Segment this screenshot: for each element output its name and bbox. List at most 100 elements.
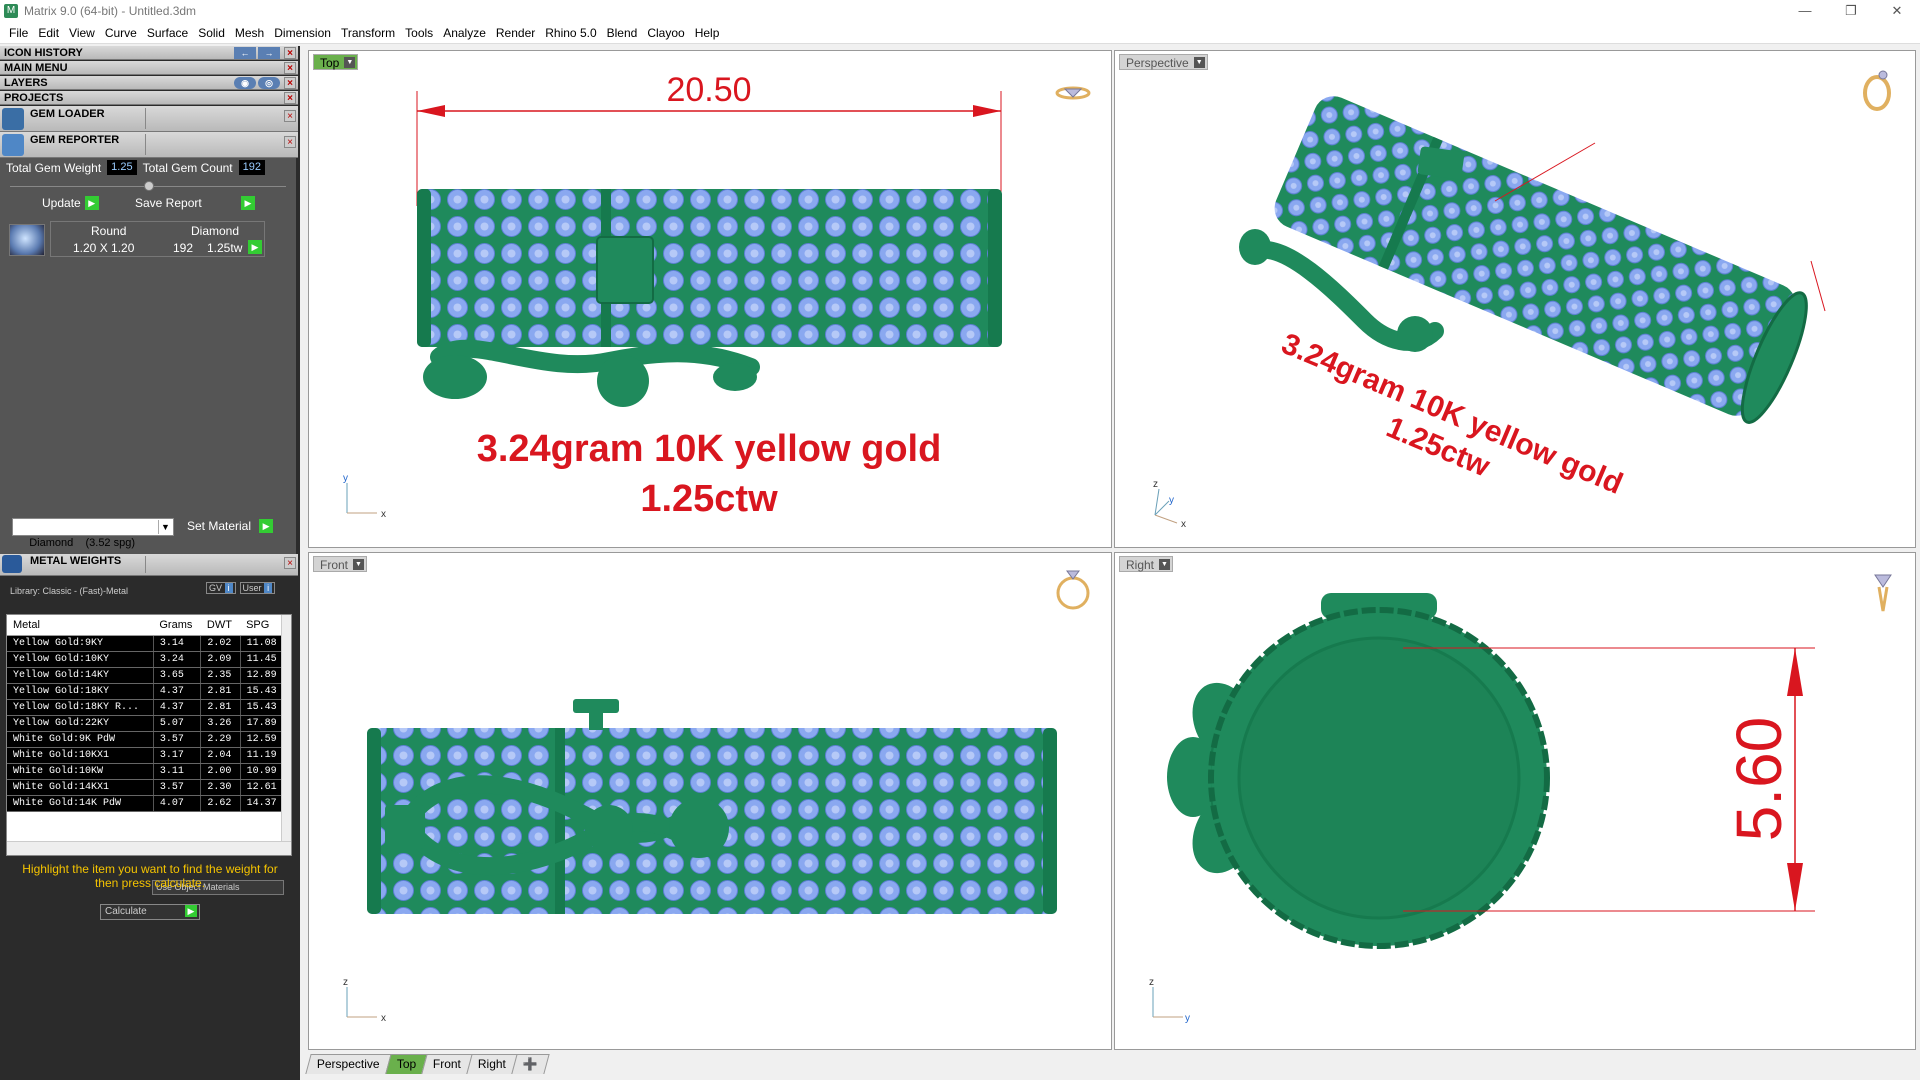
menu-transform[interactable]: Transform [336,26,400,40]
close-icon[interactable]: × [284,557,296,569]
gem-reporter-header[interactable]: GEM REPORTER × [0,132,298,158]
perspective-view-canvas[interactable]: 3.24gram 10K yellow gold 1.25ctw z y x [1115,51,1916,548]
set-material-button[interactable]: Set Material ▶ [187,519,274,533]
viewport-label-perspective[interactable]: Perspective ▼ [1119,54,1208,70]
save-report-button[interactable]: Save Report ▶ [135,196,255,210]
table-row[interactable]: White Gold:9K PdW 3.57 2.29 12.59 [7,731,285,748]
table-row[interactable]: White Gold:10KW 3.11 2.00 10.99 [7,763,285,780]
chevron-down-icon[interactable]: ▼ [158,520,172,534]
gem-loader-header[interactable]: GEM LOADER × [0,106,298,132]
layers-header[interactable]: LAYERS ◉ ◎ × [0,76,298,90]
metal-weights-header[interactable]: METAL WEIGHTS × [0,554,298,576]
clasp-loop[interactable] [1239,229,1271,265]
clasp-ball[interactable] [1397,316,1433,352]
menu-blend[interactable]: Blend [602,26,643,40]
table-row[interactable]: White Gold:14KX1 3.57 2.30 12.61 [7,779,285,796]
slider-handle[interactable] [144,181,154,191]
close-icon[interactable]: × [284,62,296,74]
viewport-perspective[interactable]: 3.24gram 10K yellow gold 1.25ctw z y x P… [1114,50,1916,548]
col-dwt[interactable]: DWT [200,615,241,636]
viewport-label-right[interactable]: Right ▼ [1119,556,1174,572]
menu-help[interactable]: Help [690,26,725,40]
menu-tools[interactable]: Tools [400,26,438,40]
pave-tube-body[interactable] [417,189,1002,347]
table-scrollbar-vertical[interactable] [281,615,291,855]
minimize-button[interactable]: — [1782,0,1828,22]
clasp-tab[interactable] [573,699,619,713]
viewport-front[interactable]: z x Front ▼ [308,552,1112,1050]
tube-end-cap[interactable] [1237,636,1521,920]
clasp-wire[interactable] [430,339,760,376]
tab-perspective[interactable]: Perspective [305,1054,392,1074]
menu-solid[interactable]: Solid [193,26,230,40]
eye-icon[interactable]: ◉ [234,77,256,89]
col-metal[interactable]: Metal [7,615,154,636]
main-menu-header[interactable]: MAIN MENU × [0,61,298,75]
material-select[interactable]: Diamond (3.52 spg) ▼ [12,518,174,549]
table-row[interactable]: Yellow Gold:18KY R... 4.37 2.81 15.43 [7,699,285,716]
play-icon[interactable]: ▶ [248,240,262,254]
close-icon[interactable]: × [284,110,296,122]
info-icon: i [264,583,273,593]
clasp-ball[interactable] [597,355,649,407]
chevron-down-icon[interactable]: ▼ [1193,57,1205,68]
clasp-box[interactable] [385,805,425,849]
close-icon[interactable]: × [284,47,296,59]
chevron-down-icon[interactable]: ▼ [1159,559,1171,570]
table-row[interactable]: Yellow Gold:22KY 5.07 3.26 17.89 [7,715,285,732]
table-row[interactable]: Yellow Gold:18KY 4.37 2.81 15.43 [7,683,285,700]
clasp-loop[interactable] [423,355,487,399]
history-back-icon[interactable]: ← [234,47,256,59]
gem-list-row[interactable]: Round Diamond 1.20 X 1.20 192 1.25tw ▶ [50,221,265,257]
menu-edit[interactable]: Edit [33,26,64,40]
calculate-button[interactable]: Calculate ▶ [100,904,200,920]
table-row[interactable]: Yellow Gold:10KY 3.24 2.09 11.45 [7,651,285,668]
table-scrollbar-horizontal[interactable] [7,841,291,855]
icon-history-header[interactable]: ICON HISTORY ← → × [0,46,298,60]
viewport-top[interactable]: 20.50 3.24gram 10K yellow gold 1.25ctw y… [308,50,1112,548]
history-forward-icon[interactable]: → [258,47,280,59]
top-view-canvas[interactable]: 20.50 3.24gram 10K yellow gold 1.25ctw y… [309,51,1112,548]
viewport-label-front[interactable]: Front ▼ [313,556,368,572]
menu-file[interactable]: File [4,26,33,40]
table-row[interactable]: White Gold:14K PdW 4.07 2.62 14.37 [7,795,285,812]
clasp-tip[interactable] [713,363,757,391]
close-icon[interactable]: × [284,136,296,148]
menu-clayoo[interactable]: Clayoo [642,26,689,40]
table-row[interactable]: Yellow Gold:9KY 3.14 2.02 11.08 [7,635,285,652]
metal-weights-table[interactable]: Metal Grams DWT SPG Yellow Gold:9KY 3.14 2… [6,614,292,856]
tab-right[interactable]: Right [466,1054,518,1074]
clasp-box[interactable] [596,236,654,304]
menu-surface[interactable]: Surface [142,26,193,40]
table-row[interactable]: Yellow Gold:14KY 3.65 2.35 12.89 [7,667,285,684]
front-view-canvas[interactable]: z x [309,553,1112,1050]
menu-rhino[interactable]: Rhino 5.0 [540,26,601,40]
clasp-end-ball[interactable] [669,798,729,858]
table-row[interactable]: White Gold:10KX1 3.17 2.04 11.19 [7,747,285,764]
col-spg[interactable]: SPG [240,615,285,636]
close-icon[interactable]: × [284,92,296,104]
chevron-down-icon[interactable]: ▼ [344,57,356,68]
close-button[interactable]: ✕ [1874,0,1920,22]
user-toggle[interactable]: User i [239,582,276,594]
menu-view[interactable]: View [64,26,100,40]
right-view-canvas[interactable]: 5.60 z y [1115,553,1916,1050]
menu-analyze[interactable]: Analyze [438,26,491,40]
clasp-ball[interactable] [585,805,633,853]
viewport-right[interactable]: 5.60 z y Right ▼ [1114,552,1916,1050]
col-grams[interactable]: Grams [153,615,201,636]
maximize-button[interactable]: ❐ [1828,0,1874,22]
chevron-down-icon[interactable]: ▼ [353,559,365,570]
gv-toggle[interactable]: GV i [206,582,236,594]
menu-curve[interactable]: Curve [100,26,142,40]
tab-front[interactable]: Front [421,1054,473,1074]
menu-dimension[interactable]: Dimension [269,26,336,40]
projects-header[interactable]: PROJECTS × [0,91,298,105]
menu-render[interactable]: Render [491,26,540,40]
close-icon[interactable]: × [284,77,296,89]
menu-mesh[interactable]: Mesh [230,26,269,40]
viewport-label-top[interactable]: Top ▼ [313,54,359,70]
update-button[interactable]: Update ▶ [42,196,99,210]
add-tab-button[interactable]: ➕ [511,1054,550,1074]
eye-toggle-icon[interactable]: ◎ [258,77,280,89]
